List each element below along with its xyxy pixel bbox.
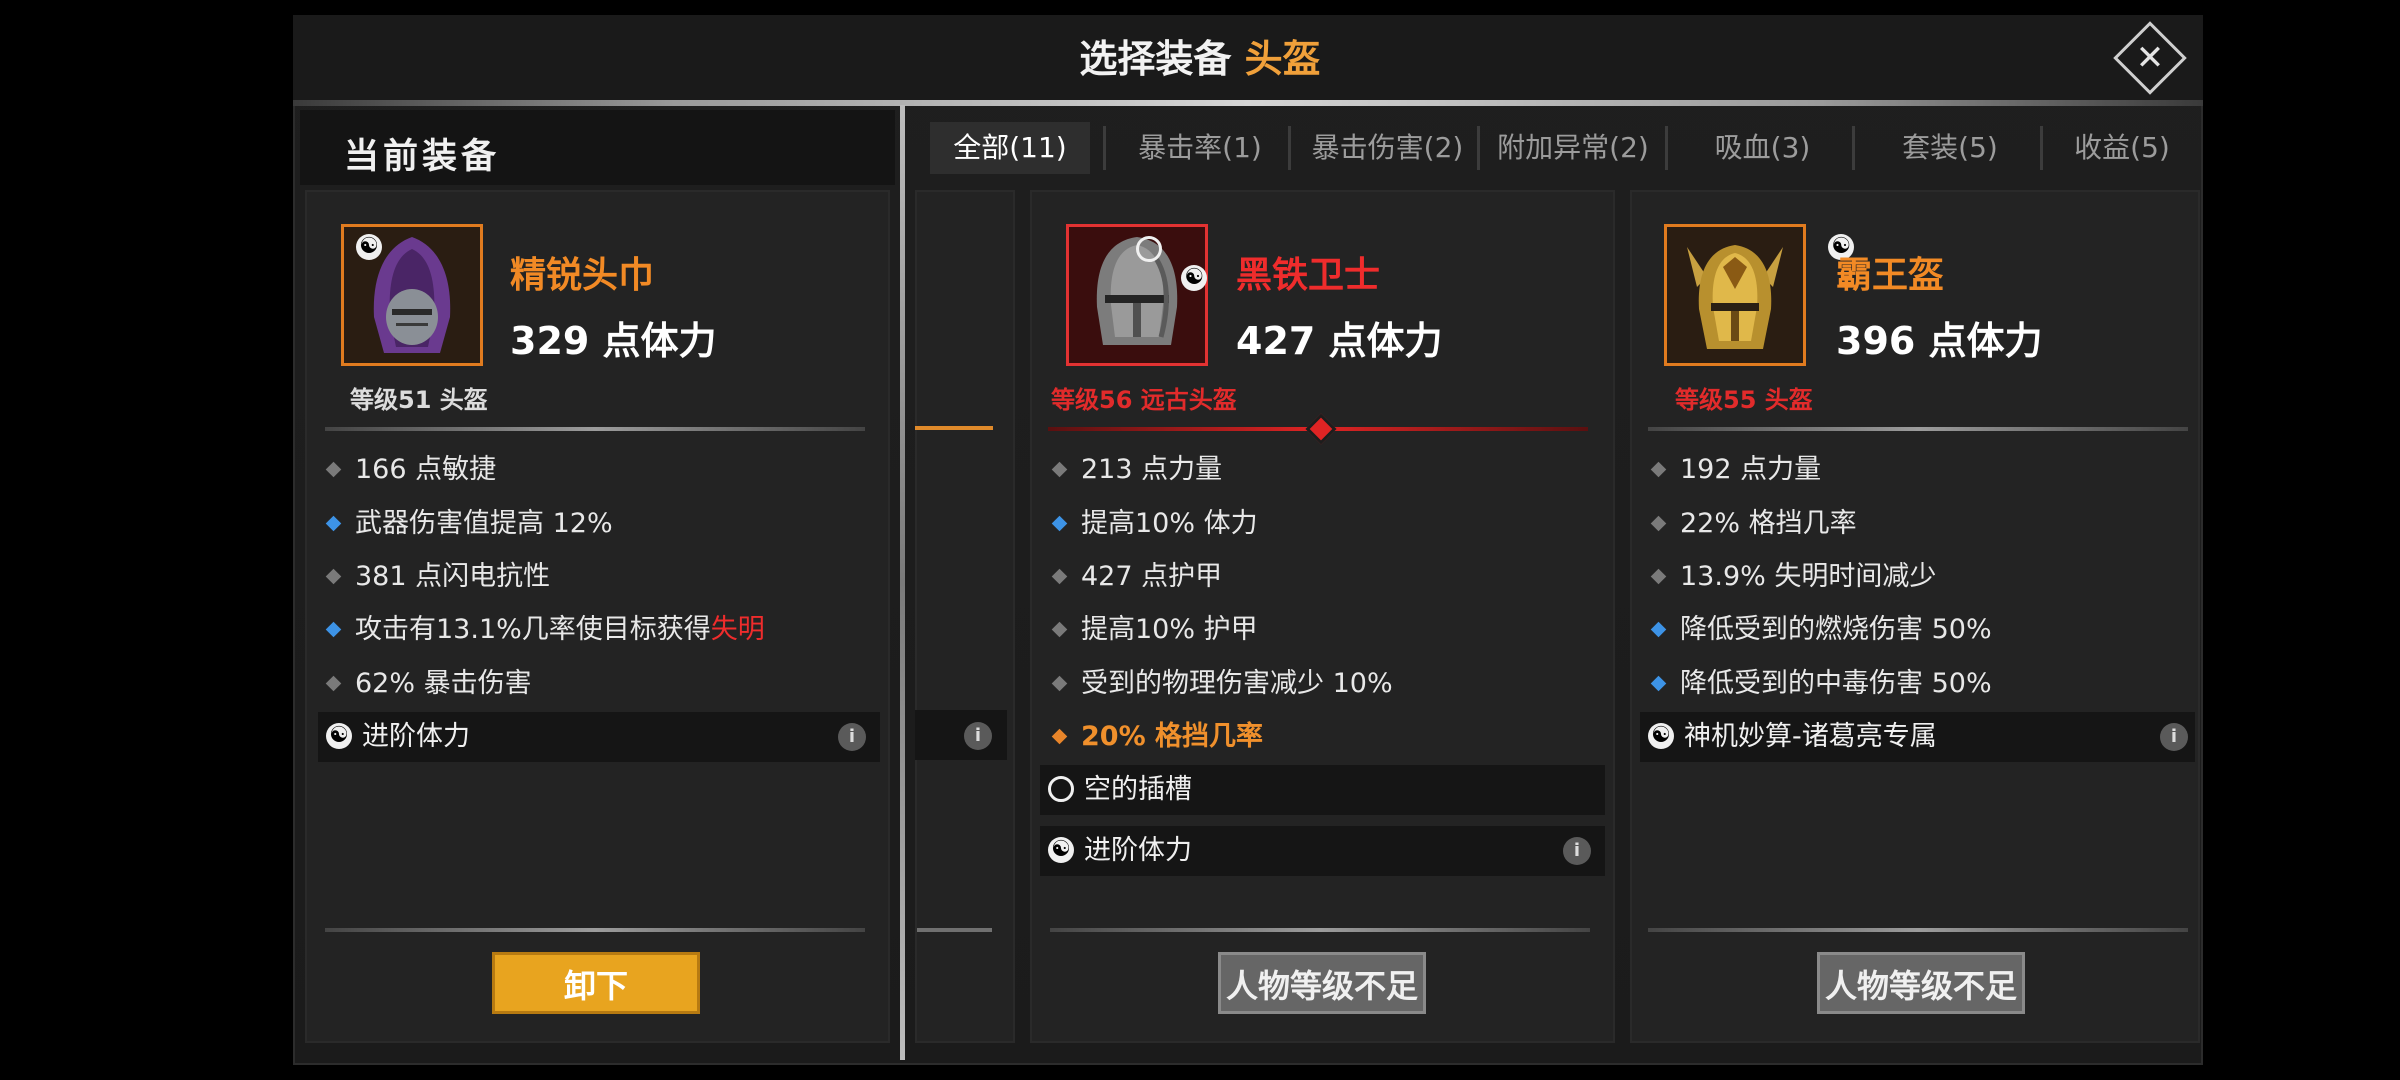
tab-extra-effect[interactable]: 附加异常(2): [1488, 122, 1658, 174]
card-footer-separator: [1648, 928, 2188, 932]
yin-yang-icon: ☯: [326, 722, 352, 749]
item-name: 精锐头巾: [510, 255, 655, 296]
blue-diamond-icon: [325, 515, 342, 532]
partial-card-footer-separator: [917, 928, 992, 932]
gray-diamond-icon: [1051, 568, 1068, 585]
tab-all[interactable]: 全部(11): [930, 122, 1090, 174]
item-level-type: 等级55 头盔: [1675, 386, 1813, 414]
blue-diamond-icon: [1650, 675, 1667, 692]
item-main-stat: 329 点体力: [510, 319, 717, 363]
card-footer-separator: [1050, 928, 1590, 932]
tab-separator: [1665, 126, 1668, 170]
stat-line: 13.9% 失明时间减少: [1645, 557, 1936, 597]
partial-card-socket: [915, 710, 1007, 760]
title-accent: 头盔: [1244, 37, 1321, 81]
header-divider: [293, 100, 2203, 106]
stat-line: 166 点敏捷: [320, 450, 496, 490]
card-separator: [325, 427, 865, 431]
stat-line: 20% 格挡几率: [1046, 717, 1263, 757]
item-main-stat: 427 点体力: [1236, 319, 1443, 363]
tab-crit-damage[interactable]: 暴击伤害(2): [1300, 122, 1475, 174]
blue-diamond-icon: [1650, 621, 1667, 638]
card-separator: [1648, 427, 2188, 431]
info-icon[interactable]: i: [838, 723, 866, 751]
empty-socket-row: 空的插槽: [1040, 765, 1605, 815]
gray-diamond-icon: [325, 461, 342, 478]
stat-line: 427 点护甲: [1046, 557, 1222, 597]
tab-separator: [1477, 126, 1480, 170]
gray-diamond-icon: [1051, 621, 1068, 638]
socket-row: ☯ 神机妙算-诸葛亮专属: [1640, 712, 2195, 762]
title-main: 选择装备: [1079, 37, 1232, 81]
tab-separator: [1852, 126, 1855, 170]
page-title: 选择装备 头盔: [0, 28, 2400, 83]
item-name: 霸王盔: [1836, 255, 1945, 296]
tab-crit-rate[interactable]: 暴击率(1): [1115, 122, 1285, 174]
stat-line: 提高10% 护甲: [1046, 610, 1258, 650]
socket-row: ☯ 进阶体力: [1040, 826, 1605, 876]
stat-line: 降低受到的燃烧伤害 50%: [1645, 610, 1992, 650]
stat-line: 62% 暴击伤害: [320, 664, 532, 704]
item-name: 黑铁卫士: [1236, 255, 1381, 296]
level-insufficient-button[interactable]: 人物等级不足: [1218, 952, 1426, 1014]
empty-slot-icon: [1048, 775, 1074, 802]
yin-yang-icon: ☯: [356, 234, 382, 260]
level-insufficient-button[interactable]: 人物等级不足: [1817, 952, 2025, 1014]
info-icon[interactable]: i: [964, 722, 992, 750]
gray-diamond-icon: [1051, 461, 1068, 478]
empty-slot-icon: [1136, 236, 1163, 262]
unequip-button[interactable]: 卸下: [492, 952, 700, 1014]
card-footer-separator: [325, 928, 865, 932]
tab-separator: [1288, 126, 1291, 170]
info-icon[interactable]: i: [1563, 837, 1591, 865]
gray-diamond-icon: [325, 675, 342, 692]
yin-yang-icon: ☯: [1181, 265, 1208, 291]
gray-diamond-icon: [1650, 461, 1667, 478]
stat-line: 受到的物理伤害减少 10%: [1046, 664, 1393, 704]
vertical-divider: [900, 105, 905, 1060]
tab-separator: [2040, 126, 2043, 170]
orange-diamond-icon: [1051, 728, 1068, 745]
stat-line: 192 点力量: [1645, 450, 1821, 490]
golden-helmet-icon: [1687, 245, 1783, 349]
gray-diamond-icon: [1051, 675, 1068, 692]
current-equipment-title: 当前装备: [344, 137, 501, 177]
stat-line: 降低受到的中毒伤害 50%: [1645, 664, 1992, 704]
tab-gain[interactable]: 收益(5): [2052, 122, 2192, 174]
close-icon[interactable]: ✕: [2124, 32, 2176, 84]
gray-diamond-icon: [1650, 568, 1667, 585]
info-icon[interactable]: i: [2160, 723, 2188, 751]
tab-lifesteal[interactable]: 吸血(3): [1680, 122, 1845, 174]
stat-line: 213 点力量: [1046, 450, 1222, 490]
gray-diamond-icon: [325, 568, 342, 585]
socket-row: ☯ 进阶体力: [318, 712, 880, 762]
stat-line: 22% 格挡几率: [1645, 504, 1857, 544]
tab-set[interactable]: 套装(5): [1865, 122, 2035, 174]
blue-diamond-icon: [1051, 515, 1068, 532]
stat-line: 攻击有13.1%几率使目标获得失明: [320, 610, 765, 650]
blue-diamond-icon: [325, 621, 342, 638]
item-level-type: 等级56 远古头盔: [1051, 386, 1237, 414]
stat-line: 武器伤害值提高 12%: [320, 504, 613, 544]
stat-line: 381 点闪电抗性: [320, 557, 550, 597]
item-icon-frame: [1664, 224, 1806, 366]
item-main-stat: 396 点体力: [1836, 319, 2043, 363]
tab-separator: [1103, 126, 1106, 170]
yin-yang-icon: ☯: [1648, 722, 1674, 749]
partial-card[interactable]: [915, 190, 1015, 1043]
stat-line: 提高10% 体力: [1046, 504, 1258, 544]
yin-yang-icon: ☯: [1048, 836, 1074, 863]
gray-diamond-icon: [1650, 515, 1667, 532]
partial-card-separator: [915, 426, 993, 430]
item-level-type: 等级51 头盔: [350, 386, 488, 414]
